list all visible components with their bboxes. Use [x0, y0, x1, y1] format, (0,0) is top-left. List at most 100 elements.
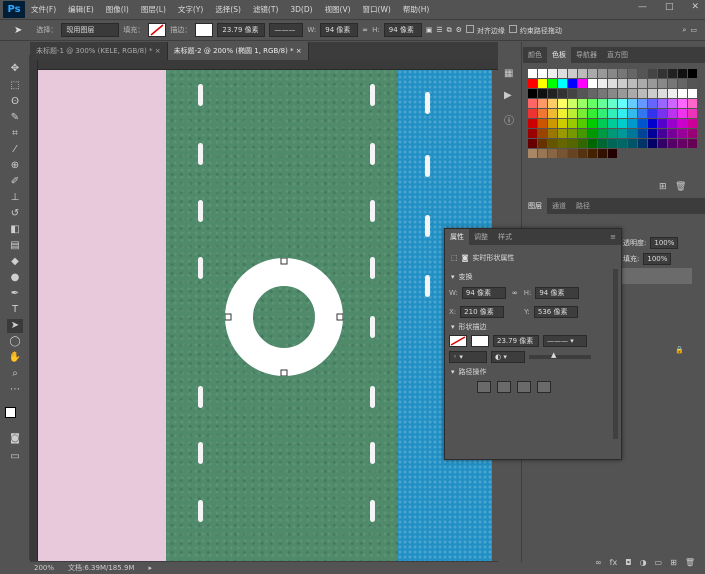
more-tools-icon[interactable]: ⋯ [7, 383, 23, 397]
tab-swatches[interactable]: 色板 [547, 47, 571, 63]
mask-icon[interactable]: ◘ [625, 558, 631, 567]
prop-stroke-size[interactable]: 23.79 像素 [493, 335, 539, 347]
tab-channels[interactable]: 通道 [547, 198, 571, 214]
minimize-icon[interactable]: — [638, 2, 647, 12]
gear-icon[interactable]: ⚙ [456, 26, 462, 34]
tab-document-2[interactable]: 未标题-2 @ 200% (椭圆 1, RGB/8) * × [167, 42, 309, 60]
properties-scrollbar[interactable] [613, 269, 618, 439]
crop-tool-icon[interactable]: ⌗ [7, 127, 23, 141]
menu-type[interactable]: 文字(Y) [172, 4, 209, 15]
link-layers-icon[interactable]: ∞ [595, 558, 602, 567]
fx-icon[interactable]: fx [610, 558, 618, 567]
align-edges-checkbox[interactable]: 对齐边缘 [465, 24, 505, 36]
quick-select-icon[interactable]: ✎ [7, 111, 23, 125]
eraser-tool-icon[interactable]: ◧ [7, 223, 23, 237]
combine-shapes-button[interactable] [477, 381, 491, 393]
close-icon[interactable]: ✕ [691, 2, 699, 12]
path-select-icon[interactable]: ➤ [14, 25, 22, 36]
panel-menu-icon[interactable]: ≡ [605, 229, 621, 245]
stroke-cap-dropdown[interactable]: ◐ ▾ [491, 351, 525, 363]
eyedropper-icon[interactable]: ⁄ [7, 143, 23, 157]
stroke-slider[interactable]: ▲ [529, 351, 591, 359]
pen-tool-icon[interactable]: ✒ [7, 287, 23, 301]
stroke-align-dropdown[interactable]: ◦ ▾ [449, 351, 487, 363]
menu-layer[interactable]: 图层(L) [135, 4, 172, 15]
menu-window[interactable]: 窗口(W) [357, 4, 397, 15]
info-panel-icon[interactable]: ⓘ [504, 112, 514, 127]
stroke-type-dropdown[interactable]: ——— ▾ [543, 335, 587, 347]
menu-file[interactable]: 文件(F) [25, 4, 62, 15]
link-icon[interactable]: ∞ [512, 289, 518, 297]
menu-view[interactable]: 视图(V) [319, 4, 357, 15]
mask-mode-icon[interactable]: ◙ [462, 254, 469, 262]
tab-paths[interactable]: 路径 [571, 198, 595, 214]
close-tab-icon[interactable]: × [296, 47, 302, 55]
history-brush-icon[interactable]: ↺ [7, 207, 23, 221]
healing-brush-icon[interactable]: ⊕ [7, 159, 23, 173]
slider-thumb-icon[interactable]: ▲ [551, 351, 556, 359]
fill-opacity-field[interactable]: 100% [643, 253, 672, 265]
stroke-type-dropdown[interactable]: ——— [269, 23, 304, 37]
screen-mode-icon[interactable]: ▭ [7, 450, 23, 464]
prop-x-field[interactable]: 210 像素 [460, 306, 505, 318]
tab-styles[interactable]: 样式 [493, 229, 517, 245]
adjustment-icon[interactable]: ◑ [640, 558, 647, 567]
actions-panel-icon[interactable]: ▶ [504, 90, 512, 101]
stamp-tool-icon[interactable]: ⊥ [7, 191, 23, 205]
brush-tool-icon[interactable]: ✐ [7, 175, 23, 189]
quick-mask-icon[interactable]: ◙ [7, 432, 23, 446]
new-swatch-icon[interactable]: ⊞ [659, 182, 667, 192]
status-arrow-icon[interactable]: ▸ [148, 564, 152, 572]
blur-tool-icon[interactable]: ◆ [7, 255, 23, 269]
ellipse-ring-shape[interactable] [225, 258, 343, 376]
h-field[interactable]: 94 像素 [383, 23, 422, 37]
zoom-level[interactable]: 200% [34, 564, 54, 572]
tab-histogram[interactable]: 直方图 [602, 47, 633, 63]
hand-tool-icon[interactable]: ✋ [7, 351, 23, 365]
w-field[interactable]: 94 像素 [320, 23, 359, 37]
exclude-overlap-button[interactable] [537, 381, 551, 393]
fill-swatch[interactable] [148, 23, 167, 37]
maximize-icon[interactable]: □ [665, 2, 674, 12]
document-canvas[interactable] [38, 70, 492, 561]
delete-layer-icon[interactable]: 🗑 [685, 558, 695, 567]
folder-icon[interactable]: ▭ [655, 558, 663, 567]
trash-icon[interactable]: 🗑 [675, 182, 686, 192]
move-tool-icon[interactable]: ✥ [7, 62, 23, 76]
menu-image[interactable]: 图像(I) [100, 4, 135, 15]
menu-filter[interactable]: 滤镜(T) [247, 4, 284, 15]
stroke-swatch[interactable] [195, 23, 214, 37]
opacity-field[interactable]: 100% [650, 237, 679, 249]
menu-3d[interactable]: 3D(D) [284, 5, 318, 14]
select-dropdown[interactable]: 现用图层 [61, 23, 120, 37]
tab-color[interactable]: 颜色 [523, 47, 547, 63]
tab-navigator[interactable]: 导航器 [571, 47, 602, 63]
type-tool-icon[interactable]: T [7, 303, 23, 317]
path-selection-icon[interactable]: ➤ [7, 319, 23, 333]
prop-y-field[interactable]: 536 像素 [533, 306, 578, 318]
path-ops-section-header[interactable]: ▾ 路径操作 [451, 367, 487, 377]
new-layer-icon[interactable]: ⊞ [670, 558, 677, 567]
lasso-tool-icon[interactable]: ʘ [7, 95, 23, 109]
close-tab-icon[interactable]: × [155, 47, 161, 55]
workspace-icon[interactable]: ▭ [690, 26, 697, 34]
transform-section-header[interactable]: ▾ 变换 [451, 272, 473, 282]
arrange-icon[interactable]: ⧉ [447, 26, 452, 35]
swatch-grid[interactable] [528, 69, 697, 158]
history-panel-icon[interactable]: ▦ [504, 68, 513, 79]
search-icon[interactable]: ⌕ [682, 26, 686, 35]
tab-document-1[interactable]: 未标题-1 @ 300% (KELE, RGB/8) * × [30, 42, 168, 60]
tab-properties[interactable]: 属性 [445, 229, 469, 245]
link-icon[interactable]: ∞ [362, 26, 368, 34]
prop-w-field[interactable]: 94 像素 [461, 287, 506, 299]
zoom-tool-icon[interactable]: ⌕ [7, 367, 23, 381]
constrain-path-checkbox[interactable]: 约束路径拖动 [508, 24, 562, 36]
align-icon[interactable]: ☰ [436, 26, 442, 34]
gradient-tool-icon[interactable]: ▤ [7, 239, 23, 253]
dodge-tool-icon[interactable]: ● [7, 271, 23, 285]
stroke-size-field[interactable]: 23.79 像素 [217, 23, 266, 37]
menu-edit[interactable]: 编辑(E) [62, 4, 100, 15]
ellipse-tool-icon[interactable]: ◯ [7, 335, 23, 349]
path-ops-icon[interactable]: ▣ [426, 26, 433, 34]
prop-stroke-swatch[interactable] [471, 335, 489, 347]
